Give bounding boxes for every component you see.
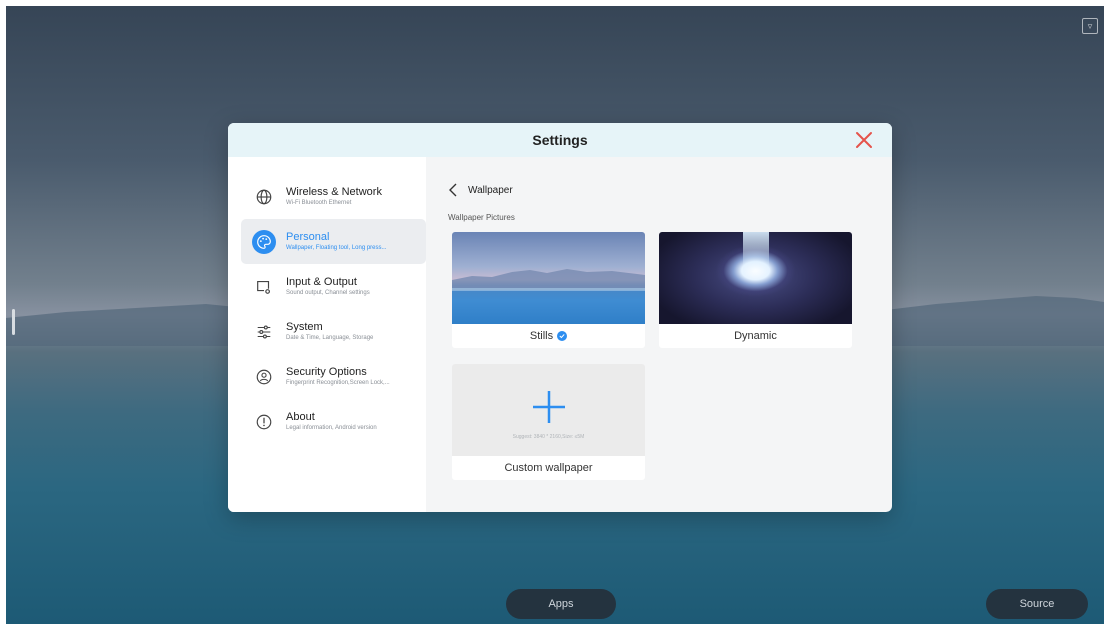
sidebar-item-sublabel: Wallpaper, Floating tool, Long press... (286, 244, 387, 251)
settings-sidebar: Wireless & Network Wi-Fi Bluetooth Ether… (228, 157, 426, 512)
sidebar-item-sublabel: Fingerprint Recognition,Screen Lock,... (286, 379, 390, 386)
sidebar-item-sublabel: Sound output, Channel settings (286, 289, 370, 296)
dialog-header: Settings (228, 123, 892, 157)
sidebar-item-label: Wireless & Network (286, 185, 382, 198)
globe-icon (252, 185, 276, 209)
stills-label: Stills (529, 330, 554, 342)
monitor-icon (252, 275, 276, 299)
light-beam (743, 232, 769, 278)
sidebar-item-input-output[interactable]: Input & Output Sound output, Channel set… (241, 264, 426, 309)
page-title: Wallpaper (468, 184, 513, 196)
card-label: Dynamic (659, 324, 852, 348)
sidebar-item-label: Input & Output (286, 275, 357, 288)
source-button[interactable]: Source (986, 589, 1088, 619)
custom-thumbnail: Suggest: 3840 * 2160,Size: ≤5M (452, 364, 645, 456)
sliders-icon (252, 320, 276, 344)
sidebar-item-label: Security Options (286, 365, 367, 378)
sidebar-item-sublabel: Date & Time, Language, Storage (286, 334, 374, 341)
card-label: Stills (452, 324, 645, 348)
sidebar-item-label: About (286, 410, 315, 423)
info-icon (252, 410, 276, 434)
sidebar-item-security-options[interactable]: Security Options Fingerprint Recognition… (241, 354, 426, 399)
sidebar-item-wireless-network[interactable]: Wireless & Network Wi-Fi Bluetooth Ether… (241, 174, 426, 219)
section-label: Wallpaper Pictures (448, 213, 515, 222)
palette-icon (252, 229, 276, 254)
sidebar-item-sublabel: Wi-Fi Bluetooth Ethernet (286, 199, 352, 206)
sidebar-item-personal[interactable]: Personal Wallpaper, Floating tool, Long … (241, 219, 426, 264)
check-icon (557, 331, 568, 341)
sidebar-item-about[interactable]: About Legal information, Android version (241, 399, 426, 444)
sidebar-item-system[interactable]: System Date & Time, Language, Storage (241, 309, 426, 354)
custom-wallpaper-label: Custom wallpaper (504, 462, 593, 474)
card-label: Custom wallpaper (452, 456, 645, 480)
screen-toggle-icon[interactable]: ▿ (1082, 18, 1098, 34)
plus-icon (532, 391, 565, 423)
user-shield-icon (252, 365, 276, 389)
dynamic-label: Dynamic (734, 330, 777, 342)
sidebar-item-label: System (286, 320, 323, 333)
wallpaper-card-custom[interactable]: Suggest: 3840 * 2160,Size: ≤5M Custom wa… (452, 364, 645, 480)
close-icon[interactable] (854, 130, 874, 150)
stills-thumbnail (452, 232, 645, 324)
apps-button[interactable]: Apps (506, 589, 616, 619)
wallpaper-card-stills[interactable]: Stills (452, 232, 645, 348)
sidebar-item-label: Personal (286, 230, 330, 243)
chevron-left-icon (449, 183, 457, 197)
dynamic-thumbnail (659, 232, 852, 324)
wallpaper-card-dynamic[interactable]: Dynamic (659, 232, 852, 348)
wallpaper-panel: Wallpaper Wallpaper Pictures Stills Dyna… (426, 157, 892, 512)
sidebar-item-sublabel: Legal information, Android version (286, 424, 377, 431)
size-hint: Suggest: 3840 * 2160,Size: ≤5M (512, 434, 585, 440)
lake-mountains-image (452, 269, 645, 291)
back-button[interactable]: Wallpaper (448, 183, 513, 197)
settings-dialog: Settings Wireless & Network Wi-Fi Blueto… (228, 123, 892, 512)
side-panel-handle[interactable] (12, 309, 15, 335)
dialog-title: Settings (532, 132, 588, 148)
